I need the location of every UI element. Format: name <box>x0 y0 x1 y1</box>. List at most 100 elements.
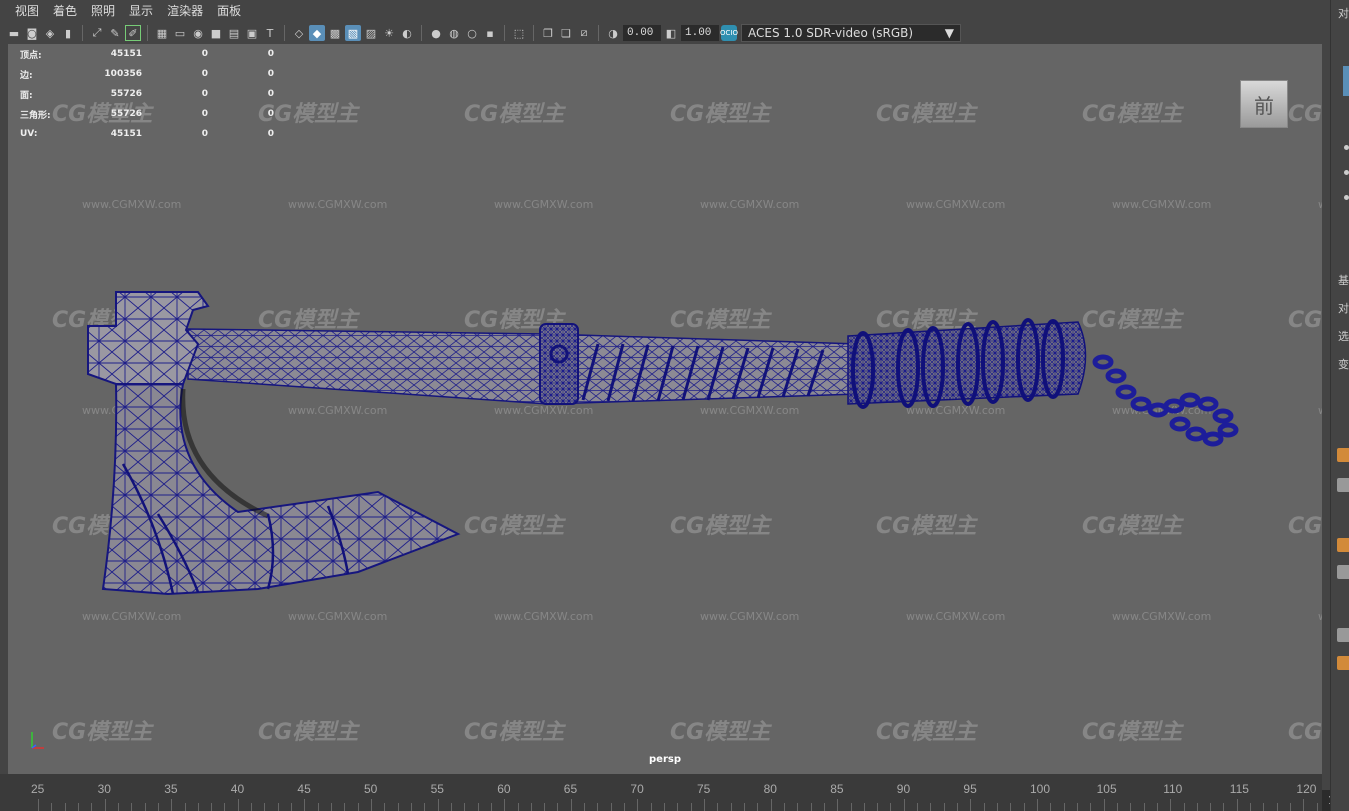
timeline-tick <box>237 799 239 811</box>
timeline-tick <box>1290 803 1292 811</box>
image-plane-icon[interactable]: ▮ <box>60 25 76 41</box>
timeline-tick <box>1050 803 1052 811</box>
timeline-tick <box>1156 803 1158 811</box>
timeline-tick-label: 35 <box>164 782 178 796</box>
view-cube[interactable]: 前 <box>1240 80 1288 128</box>
color-management-icon[interactable]: OCIO <box>720 25 738 41</box>
safe-action-icon[interactable]: ▣ <box>244 25 260 41</box>
timeline-tick <box>357 803 359 811</box>
2d-pan-zoom-icon[interactable]: ⤢ <box>89 25 105 41</box>
anti-aliasing-icon[interactable]: ○ <box>464 25 480 41</box>
xray-icon[interactable]: ❐ <box>540 25 556 41</box>
grid-icon[interactable] <box>1337 478 1349 492</box>
timeline-tick <box>783 803 785 811</box>
timeline-tick <box>1236 799 1238 811</box>
timeline-tick <box>344 803 346 811</box>
smooth-shade-icon[interactable]: ◆ <box>309 25 325 41</box>
cube-icon[interactable] <box>1337 538 1349 552</box>
timeline-tick <box>291 803 293 811</box>
menu-show[interactable]: 显示 <box>122 0 160 22</box>
radio-icon[interactable] <box>1344 195 1349 200</box>
film-gate-icon[interactable]: ▭ <box>172 25 188 41</box>
timeline-tick-label: 90 <box>896 782 911 796</box>
timeline-tick <box>943 803 945 811</box>
menu-renderer[interactable]: 渲染器 <box>160 0 210 22</box>
timeline-tick <box>117 803 119 811</box>
wireframe-on-shaded-icon[interactable]: ▧ <box>345 25 361 41</box>
layers-icon[interactable] <box>1337 565 1349 579</box>
toolbar-divider <box>284 25 285 41</box>
menu-view[interactable]: 视图 <box>8 0 46 22</box>
menu-panels[interactable]: 面板 <box>210 0 248 22</box>
grease-pencil-icon[interactable]: ✎ <box>107 25 123 41</box>
hud-value: 55726 <box>110 109 142 119</box>
timeline-tick <box>1090 803 1092 811</box>
exposure-field[interactable]: 0.00 <box>623 25 661 41</box>
bookmarks-icon[interactable]: ◈ <box>42 25 58 41</box>
field-chart-icon[interactable]: ▤ <box>226 25 242 41</box>
timeline-tick <box>850 803 852 811</box>
hud-label: 三角形: <box>20 110 51 121</box>
shadows-icon[interactable]: ◐ <box>399 25 415 41</box>
menu-lighting[interactable]: 照明 <box>84 0 122 22</box>
attribute-panel-edge: 对 基 对 选 变 <box>1330 0 1349 811</box>
wireframe-icon[interactable]: ◇ <box>291 25 307 41</box>
select-camera-icon[interactable]: ▬ <box>6 25 22 41</box>
radio-icon[interactable] <box>1344 170 1349 175</box>
xray-active-icon[interactable]: ⧄ <box>576 25 592 41</box>
timeline-tick <box>157 803 159 811</box>
3d-viewport[interactable]: CG模型主CG模型主CG模型主CG模型主CG模型主CG模型主CG模型主CG模型主… <box>8 44 1322 774</box>
cube-icon[interactable] <box>1337 656 1349 670</box>
timeline-tick <box>530 803 532 811</box>
panel-toolbar: ▬ ◙ ◈ ▮ ⤢ ✎ ✐ ▦ ▭ ◉ ■ ▤ ▣ T ◇ ◆ ▩ ▧ ▨ ☀ … <box>0 22 1330 44</box>
motion-blur-icon[interactable]: ◍ <box>446 25 462 41</box>
ambient-occlusion-icon[interactable]: ● <box>428 25 444 41</box>
gamma-icon[interactable]: ◧ <box>663 25 679 41</box>
hud-value: 0 <box>201 89 208 99</box>
safe-title-icon[interactable]: T <box>262 25 278 41</box>
timeline-tick <box>890 803 892 811</box>
hud-value: 100356 <box>104 69 142 79</box>
camera-attributes-icon[interactable]: ◙ <box>24 25 40 41</box>
panel-label: 基 <box>1338 274 1349 287</box>
gate-mask-icon[interactable]: ■ <box>208 25 224 41</box>
time-slider[interactable]: 25 30 35 40 45 50 55 60 65 70 75 80 85 90 95 100 105 110 1… <box>0 774 1322 811</box>
depth-of-field-icon[interactable]: ▪ <box>482 25 498 41</box>
timeline-tick-label: 105 <box>1096 782 1117 796</box>
timeline-tick <box>717 803 719 811</box>
xray-joints-icon[interactable]: ❏ <box>558 25 574 41</box>
menu-shading[interactable]: 着色 <box>46 0 84 22</box>
cube-icon[interactable] <box>1337 448 1349 462</box>
timeline-tick-label: 85 <box>830 782 844 796</box>
hud-value: 45151 <box>110 49 142 59</box>
resolution-gate-icon[interactable]: ◉ <box>190 25 206 41</box>
grid-icon[interactable]: ▦ <box>154 25 170 41</box>
hud-row-edges: 边: 100356 0 0 <box>20 64 274 84</box>
radio-icon[interactable] <box>1344 145 1349 150</box>
color-space-dropdown[interactable]: ACES 1.0 SDR-video (sRGB) ▼ <box>741 24 961 42</box>
gamma-field[interactable]: 1.00 <box>681 25 719 41</box>
timeline-tick <box>544 803 546 811</box>
textured-icon[interactable]: ▨ <box>363 25 379 41</box>
timeline-tick <box>317 803 319 811</box>
panel-tab[interactable] <box>1343 66 1349 96</box>
timeline-tick-label: 115 <box>1229 782 1249 796</box>
toolbar-divider <box>598 25 599 41</box>
use-all-lights-icon[interactable]: ☀ <box>381 25 397 41</box>
exposure-icon[interactable]: ◑ <box>605 25 621 41</box>
timeline-tick <box>863 803 865 811</box>
panel-label: 变 <box>1338 358 1349 371</box>
isolate-select-icon[interactable]: ⬚ <box>511 25 527 41</box>
default-material-icon[interactable]: ▩ <box>327 25 343 41</box>
timeline-tick <box>38 799 39 811</box>
timeline-tick <box>410 803 412 811</box>
camera-name-label: persp <box>649 754 681 765</box>
tool-icon[interactable] <box>1337 628 1349 642</box>
timeline-tick <box>224 803 226 811</box>
timeline-tick <box>770 799 772 811</box>
timeline-tick <box>704 799 705 811</box>
timeline-tick <box>437 799 439 811</box>
axe-mesh-wireframe[interactable] <box>8 44 1322 774</box>
grease-pencil-active-icon[interactable]: ✐ <box>125 25 141 41</box>
timeline-tick <box>1170 799 1172 811</box>
